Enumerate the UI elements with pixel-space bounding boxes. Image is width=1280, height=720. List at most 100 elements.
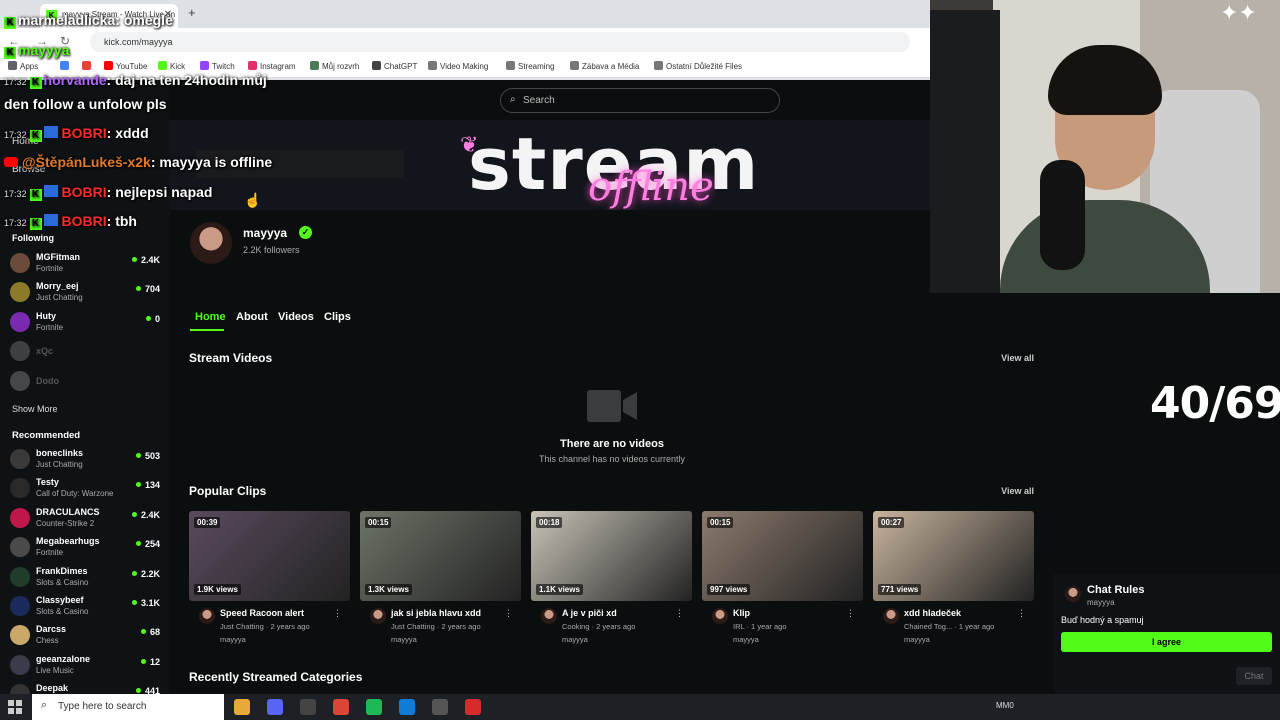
clip-meta: Just Chatting · 2 years ago [391, 622, 481, 631]
sidebar-channel-item[interactable]: boneclinks Just Chatting 503 [10, 446, 162, 474]
viewer-count: 254 [136, 539, 160, 549]
clip-thumbnail[interactable]: 00:15 1.3K views [360, 511, 521, 601]
windows-start-icon[interactable] [8, 700, 22, 714]
sidebar-channel-item[interactable]: Morry_eej Just Chatting 704 [10, 279, 162, 307]
sidebar-channel-item[interactable]: MGFitman Fortnite 2.4K [10, 250, 162, 278]
channel-category: Just Chatting [36, 293, 83, 303]
channel-name[interactable]: mayyya [243, 226, 287, 240]
taskbar-app-icon[interactable] [432, 699, 448, 715]
chat-rules-card: Chat Rules mayyya Buď hodný a spamuj I a… [1053, 574, 1280, 694]
sidebar-channel-item[interactable]: Huty Fortnite 0 [10, 309, 162, 337]
bookmark-item[interactable]: Zábava a Média [570, 61, 639, 71]
sidebar-channel-item[interactable]: Classybeef Slots & Casino 3.1K [10, 593, 162, 621]
bookmark-item[interactable]: Streaming [506, 61, 554, 71]
tab-clips[interactable]: Clips [324, 311, 351, 323]
taskbar-search-input[interactable]: ⌕ Type here to search [32, 694, 224, 720]
clip-title[interactable]: xdd hladeček [904, 608, 961, 618]
clip-title[interactable]: jak si jebla hlavu xdd [391, 608, 481, 618]
new-tab-icon[interactable]: + [188, 5, 196, 20]
following-heading: Following [12, 233, 54, 243]
overlay-chat-line: Kmarmeladlicka: omegle [4, 12, 173, 29]
banner-script-text: offline [588, 164, 714, 210]
clip-thumbnail[interactable]: 00:27 771 views [873, 511, 1034, 601]
more-options-icon[interactable]: ⋮ [846, 608, 855, 619]
bookmark-item[interactable]: Ostatní Důležité Files [654, 61, 742, 71]
sidebar-channel-item[interactable]: Megabearhugs Fortnite 254 [10, 534, 162, 562]
clip-title[interactable]: A je v piči xd [562, 608, 617, 618]
bookmark-item[interactable]: Video Making [428, 61, 488, 71]
chat-username: BOBRI [61, 125, 107, 141]
clip-thumbnail[interactable]: 00:18 1.1K views [531, 511, 692, 601]
bookmark-label: Můj rozvrh [322, 62, 360, 71]
bookmark-item[interactable]: ChatGPT [372, 61, 417, 71]
sidebar-channel-item[interactable]: DRACULANCS Counter-Strike 2 2.4K [10, 505, 162, 533]
bookmark-item[interactable]: Apps [8, 61, 38, 71]
taskbar-search-placeholder: Type here to search [58, 701, 147, 712]
clip-title[interactable]: Klip [733, 608, 750, 618]
more-options-icon[interactable]: ⋮ [1017, 608, 1026, 619]
taskbar-app-icon[interactable] [399, 699, 415, 715]
clip-thumbnail[interactable]: 00:39 1.9K views [189, 511, 350, 601]
channel-avatar-icon [10, 654, 30, 675]
sidebar-channel-item[interactable]: Testy Call of Duty: Warzone 134 [10, 475, 162, 503]
bookmark-label: Video Making [440, 62, 489, 71]
sidebar-channel-item[interactable]: Darcss Chess 68 [10, 622, 162, 650]
viewer-count: 68 [141, 627, 160, 637]
bookmark-item[interactable]: Instagram [248, 61, 296, 71]
taskbar-app-icon[interactable] [465, 699, 481, 715]
clip-thumbnail[interactable]: 00:15 997 views [702, 511, 863, 601]
subscriber-badge-icon [43, 126, 58, 138]
channel-name: Morry_eej [36, 281, 79, 292]
clip-card[interactable]: 00:18 1.1K views A je v piči xd Cooking · 2… [531, 511, 692, 644]
agree-button[interactable]: I agree [1061, 632, 1272, 652]
more-options-icon[interactable]: ⋮ [504, 608, 513, 619]
chat-username: mayyya [18, 42, 70, 58]
clip-avatar [883, 608, 899, 624]
chat-username: BOBRI [61, 213, 107, 229]
show-more-button[interactable]: Show More [12, 404, 58, 414]
bookmark-item[interactable]: YouTube [104, 61, 147, 71]
taskbar-app-icon[interactable] [300, 699, 316, 715]
subscriber-badge-icon [43, 214, 58, 226]
taskbar-app-icon[interactable] [366, 699, 382, 715]
channel-avatar[interactable] [190, 222, 232, 264]
clip-card[interactable]: 00:27 771 views xdd hladeček Chained Tog...… [873, 511, 1034, 644]
bookmark-icon [428, 61, 437, 70]
more-options-icon[interactable]: ⋮ [675, 608, 684, 619]
taskbar-app-icon[interactable] [267, 699, 283, 715]
clip-duration: 00:39 [194, 517, 221, 528]
sidebar-channel-item[interactable]: geeanzalone Live Music 12 [10, 652, 162, 680]
sidebar-channel-item[interactable]: Dodo [10, 368, 162, 396]
stream-videos-view-all[interactable]: View all [1001, 353, 1034, 363]
channel-category: Counter-Strike 2 [36, 518, 95, 528]
channel-category: Slots & Casino [36, 607, 89, 616]
bookmark-item[interactable] [60, 61, 72, 71]
taskbar-app-icon[interactable] [333, 699, 349, 715]
tab-home[interactable]: Home [195, 311, 226, 323]
clip-meta: IRL · 1 year ago [733, 622, 787, 631]
bookmark-item[interactable]: Kick [158, 61, 185, 71]
clip-title[interactable]: Speed Racoon alert [220, 608, 304, 618]
tab-about[interactable]: About [236, 311, 268, 323]
channel-name: Classybeef [36, 595, 84, 605]
sidebar-channel-item[interactable]: xQc [10, 338, 162, 366]
bookmark-item[interactable]: Můj rozvrh [310, 61, 359, 71]
popular-clips-view-all[interactable]: View all [1001, 486, 1034, 496]
bookmark-item[interactable]: Twitch [200, 61, 235, 71]
taskbar-app-icon[interactable] [234, 699, 250, 715]
address-bar[interactable]: kick.com/mayyya [90, 32, 910, 52]
clip-card[interactable]: 00:15 997 views Klip IRL · 1 year ago mayyya… [702, 511, 863, 644]
chat-send-button[interactable]: Chat [1236, 667, 1272, 685]
clip-meta: Cooking · 2 years ago [562, 622, 636, 631]
clip-card[interactable]: 00:15 1.3K views jak si jebla hlavu xdd Jus… [360, 511, 521, 644]
channel-name: Deepak [36, 683, 69, 694]
tab-videos[interactable]: Videos [278, 311, 314, 323]
more-options-icon[interactable]: ⋮ [333, 608, 342, 619]
channel-name: boneclinks [36, 448, 84, 458]
bookmark-item[interactable] [82, 61, 94, 71]
search-input[interactable]: ⌕ Search [500, 88, 780, 113]
channel-name: Darcss [36, 624, 67, 635]
clip-card[interactable]: 00:39 1.9K views Speed Racoon alert Just Ch… [189, 511, 350, 644]
sidebar-channel-item[interactable]: FrankDimes Slots & Casino 2.2K [10, 564, 162, 592]
channel-avatar-icon [10, 596, 30, 616]
